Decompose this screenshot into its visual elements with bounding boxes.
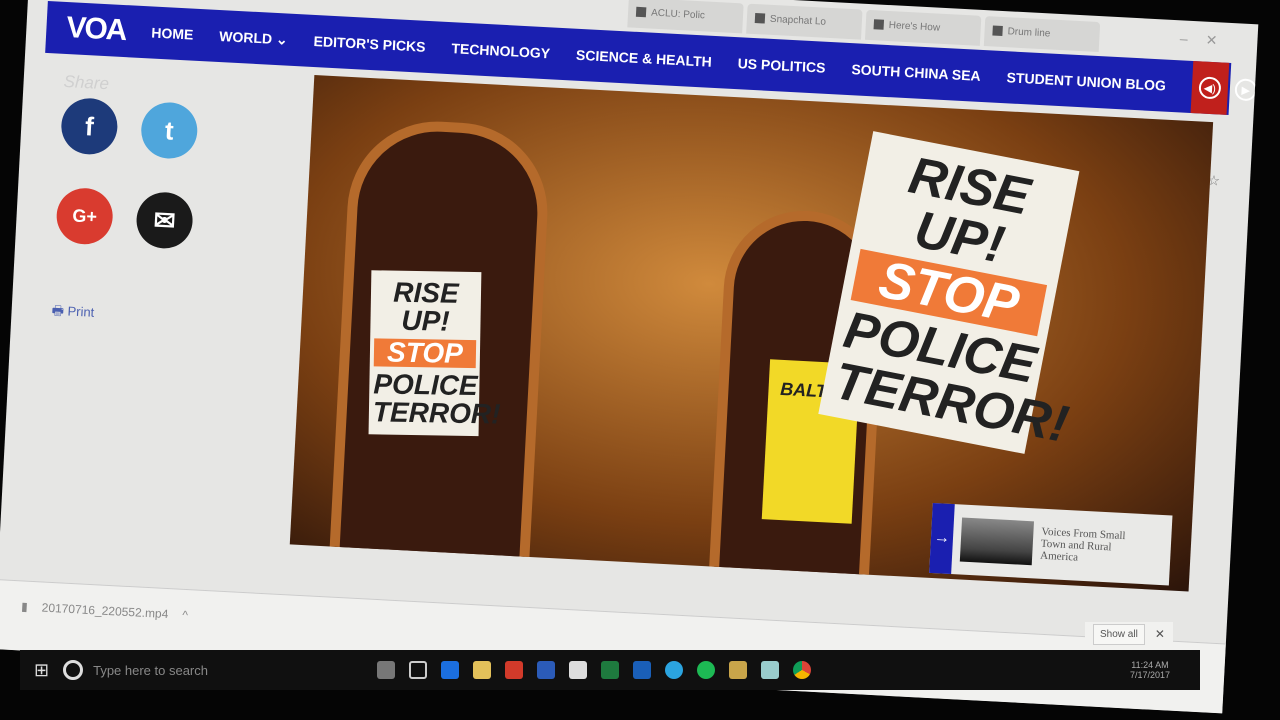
tab[interactable]: ACLU: Polic [627,0,744,34]
nav-world[interactable]: WORLD ⌄ [219,28,288,49]
word-icon[interactable] [537,661,556,679]
nav-technology[interactable]: TECHNOLOGY [451,40,550,61]
audio-button[interactable]: ◀) [1190,61,1230,115]
promo-title: Voices From Small Town and Rural America [1039,525,1126,564]
system-clock[interactable]: 11:24 AM 7/17/2017 [1130,660,1170,680]
print-link[interactable]: 🖶 Print [51,302,95,326]
powerpoint-icon[interactable] [505,661,524,679]
email-icon: ✉ [152,204,177,236]
arrow-right-icon: → [929,502,955,575]
twitter-icon: t [164,114,175,146]
store-icon[interactable] [569,661,588,679]
email-share-button[interactable]: ✉ [135,190,194,250]
printer-icon: 🖶 [51,302,68,319]
tab-title: Drum line [1007,26,1051,40]
taskbar: ⊞ Type here to search 11:24 AM 7/17/2017 [20,650,1200,690]
nav-student-union-blog[interactable]: STUDENT UNION BLOG [1006,69,1166,93]
chevron-up-icon[interactable]: ^ [182,608,188,622]
favicon-icon [873,19,885,30]
tab-title: ACLU: Polic [650,7,706,22]
file-icon: ▮ [20,599,29,614]
nav-home[interactable]: HOME [151,24,194,42]
tab-title: Here's How [888,20,941,34]
facebook-share-button[interactable]: f [59,96,119,156]
task-view-icon[interactable] [409,661,428,679]
google-plus-share-button[interactable]: G+ [55,186,115,246]
share-label: Share [63,71,110,94]
promo-card[interactable]: → Voices From Small Town and Rural Ameri… [929,502,1173,586]
play-icon: ▶ [1234,78,1258,102]
windows-start-icon[interactable]: ⊞ [34,660,49,681]
protest-sign: RISE UP! STOP POLICE TERROR! [818,131,1080,454]
promo-thumbnail [959,517,1034,566]
search-placeholder: Type here to search [93,662,208,678]
file-explorer-icon[interactable] [473,661,492,679]
favicon-icon [635,6,647,18]
spotify-icon[interactable] [697,661,716,679]
download-bar: ▮ 20170716_220552.mp4 ^ [0,579,1226,714]
voa-logo[interactable]: VOA [66,11,127,48]
show-all-button[interactable]: Show all [1093,623,1145,645]
tab-title: Snapchat Lo [769,13,827,28]
download-bar-actions: Show all ✕ [1085,622,1173,646]
tab[interactable]: Snapchat Lo [746,3,863,40]
skype-icon[interactable] [665,661,684,679]
nav-science-health[interactable]: SCIENCE & HEALTH [576,47,713,70]
nav-us-politics[interactable]: US POLITICS [737,55,826,76]
close-icon[interactable]: ✕ [1205,32,1218,50]
nav-south-china-sea[interactable]: SOUTH CHINA SEA [851,61,981,84]
google-plus-icon: G+ [71,205,98,227]
twitter-share-button[interactable]: t [139,101,199,160]
outlook-icon[interactable] [633,661,652,679]
tab[interactable]: Drum line [983,16,1101,53]
video-button[interactable]: ▶ [1226,63,1258,117]
browser-window: ACLU: Polic Snapchat Lo Here's How Drum … [0,0,1259,714]
nav-editors-picks[interactable]: EDITOR'S PICKS [313,33,426,55]
speaker-icon: ◀) [1198,76,1222,100]
microphone-icon[interactable] [377,661,396,679]
excel-icon[interactable] [601,661,620,679]
taskbar-search[interactable]: Type here to search [63,660,363,680]
favicon-icon [992,25,1003,36]
chrome-icon[interactable] [793,661,812,679]
download-item[interactable]: ▮ 20170716_220552.mp4 ^ [21,599,189,622]
edge-icon[interactable] [441,661,460,679]
notepad-icon[interactable] [761,661,780,679]
protest-sign: RISE UP! STOP POLICE TERROR! [368,270,501,437]
tab[interactable]: Here's How [864,9,982,46]
favicon-icon [754,13,766,24]
cortana-icon [63,660,84,680]
print-label: Print [67,303,95,320]
close-icon[interactable]: ✕ [1155,627,1165,641]
app-icon[interactable] [729,661,748,679]
window-controls: – ✕ [1179,30,1218,50]
minimize-icon[interactable]: – [1179,30,1189,47]
download-filename: 20170716_220552.mp4 [41,600,169,622]
facebook-icon: f [84,110,95,142]
